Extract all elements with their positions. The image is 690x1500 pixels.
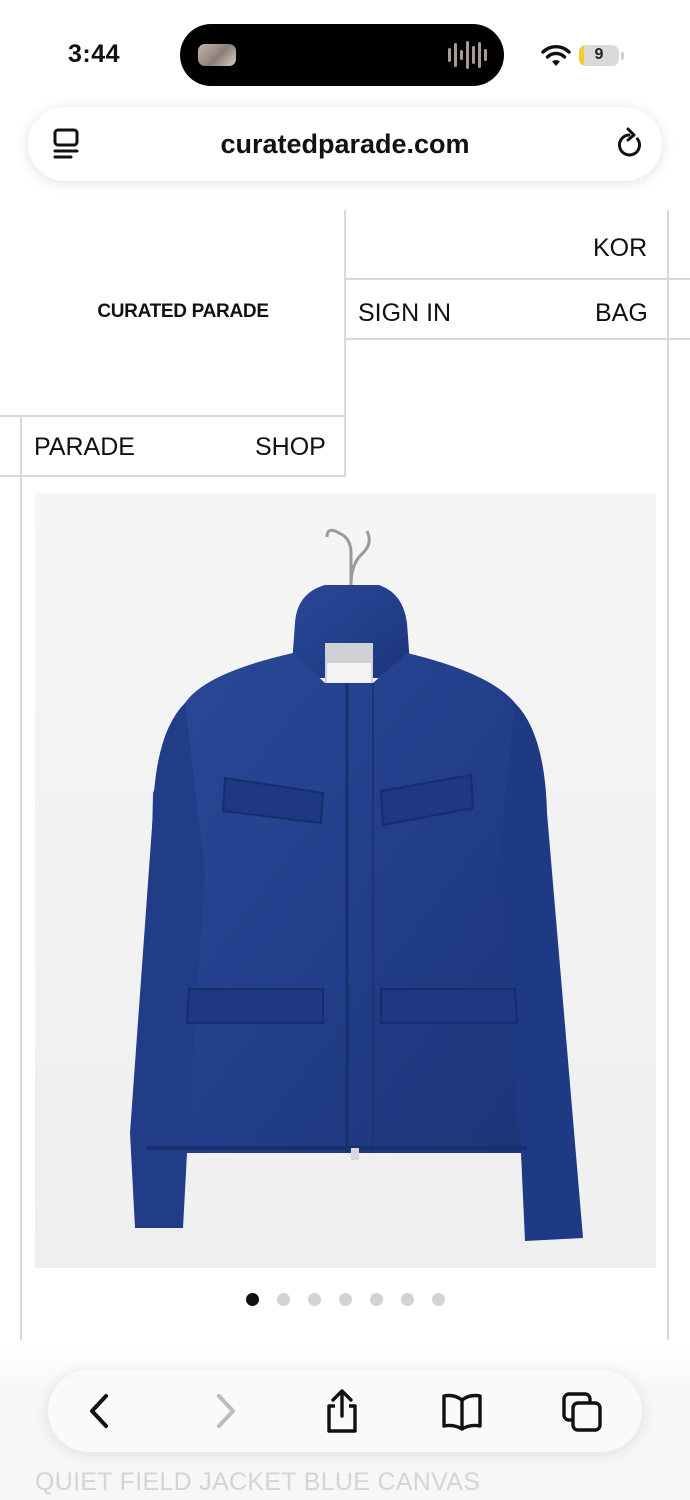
grid-line: [346, 278, 690, 280]
status-time: 3:44: [68, 40, 121, 68]
reload-icon[interactable]: [614, 127, 646, 161]
carousel-dot[interactable]: [245, 1293, 259, 1306]
carousel-dot[interactable]: [400, 1293, 414, 1306]
grid-line: [346, 338, 690, 340]
grid-line: [0, 415, 344, 417]
back-icon[interactable]: [78, 1388, 122, 1434]
address-bar[interactable]: curatedparade.com: [28, 107, 662, 181]
grid-line: [667, 210, 669, 1340]
carousel-dot[interactable]: [369, 1293, 383, 1306]
now-playing-artwork: [198, 44, 236, 66]
product-image[interactable]: [35, 493, 656, 1268]
forward-icon[interactable]: [203, 1388, 247, 1434]
carousel-dot[interactable]: [431, 1293, 445, 1306]
sign-in-link[interactable]: SIGN IN: [358, 299, 451, 328]
carousel-dot[interactable]: [307, 1293, 321, 1306]
grid-line: [20, 417, 22, 1340]
jacket-illustration: [35, 493, 656, 1268]
url-text[interactable]: curatedparade.com: [28, 129, 662, 160]
parade-link[interactable]: PARADE: [34, 433, 135, 462]
bag-link[interactable]: BAG: [595, 299, 648, 328]
battery-icon: 9: [579, 45, 619, 66]
bookmarks-icon[interactable]: [440, 1388, 484, 1434]
battery-level: 9: [594, 46, 604, 63]
carousel-dot[interactable]: [338, 1293, 352, 1306]
shop-link[interactable]: SHOP: [255, 433, 326, 462]
product-name: QUIET FIELD JACKET BLUE CANVAS: [35, 1468, 481, 1496]
share-icon[interactable]: [320, 1388, 364, 1434]
brand-logo[interactable]: CURATED PARADE: [0, 301, 366, 323]
grid-line: [0, 475, 346, 477]
grid-line: [344, 210, 346, 476]
carousel-indicator[interactable]: [0, 1293, 690, 1306]
audio-waveform-icon: [448, 40, 488, 70]
dynamic-island[interactable]: [180, 24, 504, 86]
wifi-icon: [541, 45, 571, 66]
language-link[interactable]: KOR: [593, 234, 647, 263]
tabs-icon[interactable]: [560, 1388, 604, 1434]
carousel-dot[interactable]: [276, 1293, 290, 1306]
battery-nub: [621, 52, 624, 60]
